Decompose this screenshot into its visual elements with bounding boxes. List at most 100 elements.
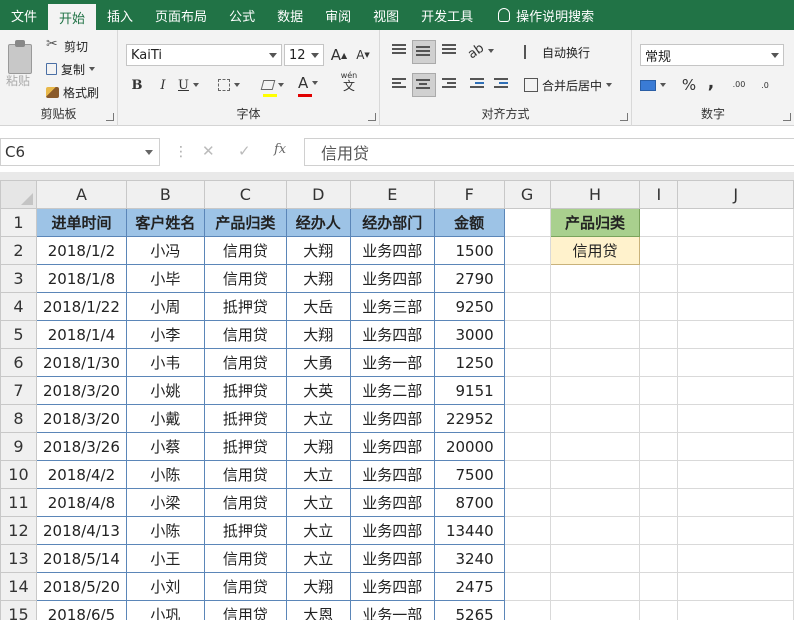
cell[interactable]: 13440	[433, 516, 505, 545]
cell[interactable]	[549, 432, 641, 461]
cell[interactable]	[503, 404, 551, 433]
number-format-select[interactable]: 常规	[640, 44, 784, 66]
cut-button[interactable]: 剪切	[46, 36, 88, 56]
cell[interactable]	[639, 236, 679, 265]
cell[interactable]	[639, 264, 679, 293]
font-color-button[interactable]: A	[298, 72, 319, 94]
increase-decimal-button[interactable]: .00	[730, 74, 748, 96]
align-center-button[interactable]	[412, 73, 436, 97]
cell[interactable]: 小韦	[125, 348, 205, 377]
italic-button[interactable]: I	[154, 74, 172, 96]
chevron-down-icon[interactable]	[89, 67, 96, 71]
underline-button[interactable]: U	[178, 74, 199, 96]
cell[interactable]	[639, 376, 679, 405]
align-right-icon[interactable]	[442, 78, 458, 92]
cell[interactable]: 2018/1/2	[35, 236, 127, 265]
insert-function-icon[interactable]: fx	[274, 142, 286, 157]
enter-icon[interactable]: ✓	[238, 142, 251, 160]
cell[interactable]: 2018/4/8	[35, 488, 127, 517]
cell[interactable]	[677, 572, 794, 601]
cell[interactable]	[503, 348, 551, 377]
cell[interactable]: 信用贷	[203, 320, 287, 349]
tab-4[interactable]: 公式	[218, 0, 266, 30]
cell[interactable]: 业务四部	[349, 516, 435, 545]
grow-font-button[interactable]: A ▲	[330, 44, 348, 66]
cell[interactable]	[677, 544, 794, 573]
cell[interactable]: 小李	[125, 320, 205, 349]
decrease-indent-icon[interactable]	[470, 78, 486, 92]
cell[interactable]	[549, 516, 641, 545]
cell[interactable]	[639, 292, 679, 321]
cell[interactable]	[549, 376, 641, 405]
column-header[interactable]: E	[349, 180, 435, 209]
decrease-decimal-button[interactable]: .0	[756, 74, 774, 96]
cell[interactable]: 大立	[285, 460, 351, 489]
cell[interactable]: 2018/3/20	[35, 376, 127, 405]
cell[interactable]: 大翔	[285, 572, 351, 601]
cell[interactable]	[677, 600, 794, 620]
cell[interactable]: 9250	[433, 292, 505, 321]
cell[interactable]: 2018/4/2	[35, 460, 127, 489]
cell[interactable]	[639, 488, 679, 517]
cell[interactable]: 抵押贷	[203, 432, 287, 461]
font-launcher-icon[interactable]	[368, 113, 376, 121]
shrink-font-button[interactable]: A ▼	[354, 44, 372, 66]
cell[interactable]: 业务三部	[349, 292, 435, 321]
cell[interactable]	[677, 348, 794, 377]
cell[interactable]: 小巩	[125, 600, 205, 620]
cell[interactable]: 信用贷	[203, 572, 287, 601]
cell[interactable]: 业务一部	[349, 600, 435, 620]
cell[interactable]: 2475	[433, 572, 505, 601]
cell[interactable]	[549, 292, 641, 321]
tell-me-search[interactable]: 操作说明搜索	[484, 0, 594, 30]
cell[interactable]: 大英	[285, 376, 351, 405]
align-top-icon[interactable]	[392, 44, 408, 58]
cell[interactable]	[549, 404, 641, 433]
cell[interactable]: 业务四部	[349, 236, 435, 265]
cell[interactable]: 小蔡	[125, 432, 205, 461]
cell[interactable]: 大翔	[285, 236, 351, 265]
cell[interactable]	[503, 208, 551, 237]
cell[interactable]: 大立	[285, 516, 351, 545]
cell[interactable]	[639, 516, 679, 545]
cell[interactable]	[503, 572, 551, 601]
tab-0[interactable]: 文件	[0, 0, 48, 30]
cell[interactable]: 抵押贷	[203, 292, 287, 321]
cell[interactable]: 小刘	[125, 572, 205, 601]
row-header[interactable]: 5	[0, 320, 37, 349]
cell[interactable]	[677, 376, 794, 405]
cell[interactable]: 进单时间	[35, 208, 127, 237]
row-header[interactable]: 3	[0, 264, 37, 293]
cell[interactable]: 业务四部	[349, 432, 435, 461]
cell[interactable]	[503, 460, 551, 489]
cell[interactable]	[677, 404, 794, 433]
cell[interactable]	[677, 460, 794, 489]
row-header[interactable]: 10	[0, 460, 37, 489]
cell[interactable]: 客户姓名	[125, 208, 205, 237]
cell[interactable]: 1500	[433, 236, 505, 265]
row-header[interactable]: 8	[0, 404, 37, 433]
cell[interactable]: 2018/1/4	[35, 320, 127, 349]
cell[interactable]: 大立	[285, 488, 351, 517]
cell[interactable]: 业务四部	[349, 320, 435, 349]
cell[interactable]: 1250	[433, 348, 505, 377]
column-header[interactable]: G	[503, 180, 551, 209]
row-header[interactable]: 12	[0, 516, 37, 545]
cell[interactable]: 大翔	[285, 264, 351, 293]
criteria-value-cell[interactable]: 信用贷	[549, 236, 641, 265]
cell[interactable]: 信用贷	[203, 488, 287, 517]
increase-indent-icon[interactable]	[494, 78, 510, 92]
cell[interactable]: 2018/1/30	[35, 348, 127, 377]
tab-8[interactable]: 开发工具	[410, 0, 484, 30]
row-header[interactable]: 7	[0, 376, 37, 405]
tab-5[interactable]: 数据	[266, 0, 314, 30]
align-left-icon[interactable]	[392, 78, 408, 92]
formula-bar-splitter[interactable]: ⋮	[174, 144, 188, 160]
cell[interactable]	[677, 208, 794, 237]
cell[interactable]: 业务四部	[349, 264, 435, 293]
cell[interactable]	[503, 544, 551, 573]
cell[interactable]	[549, 572, 641, 601]
cell[interactable]	[503, 292, 551, 321]
cell[interactable]	[549, 348, 641, 377]
fill-color-button[interactable]	[260, 74, 284, 96]
